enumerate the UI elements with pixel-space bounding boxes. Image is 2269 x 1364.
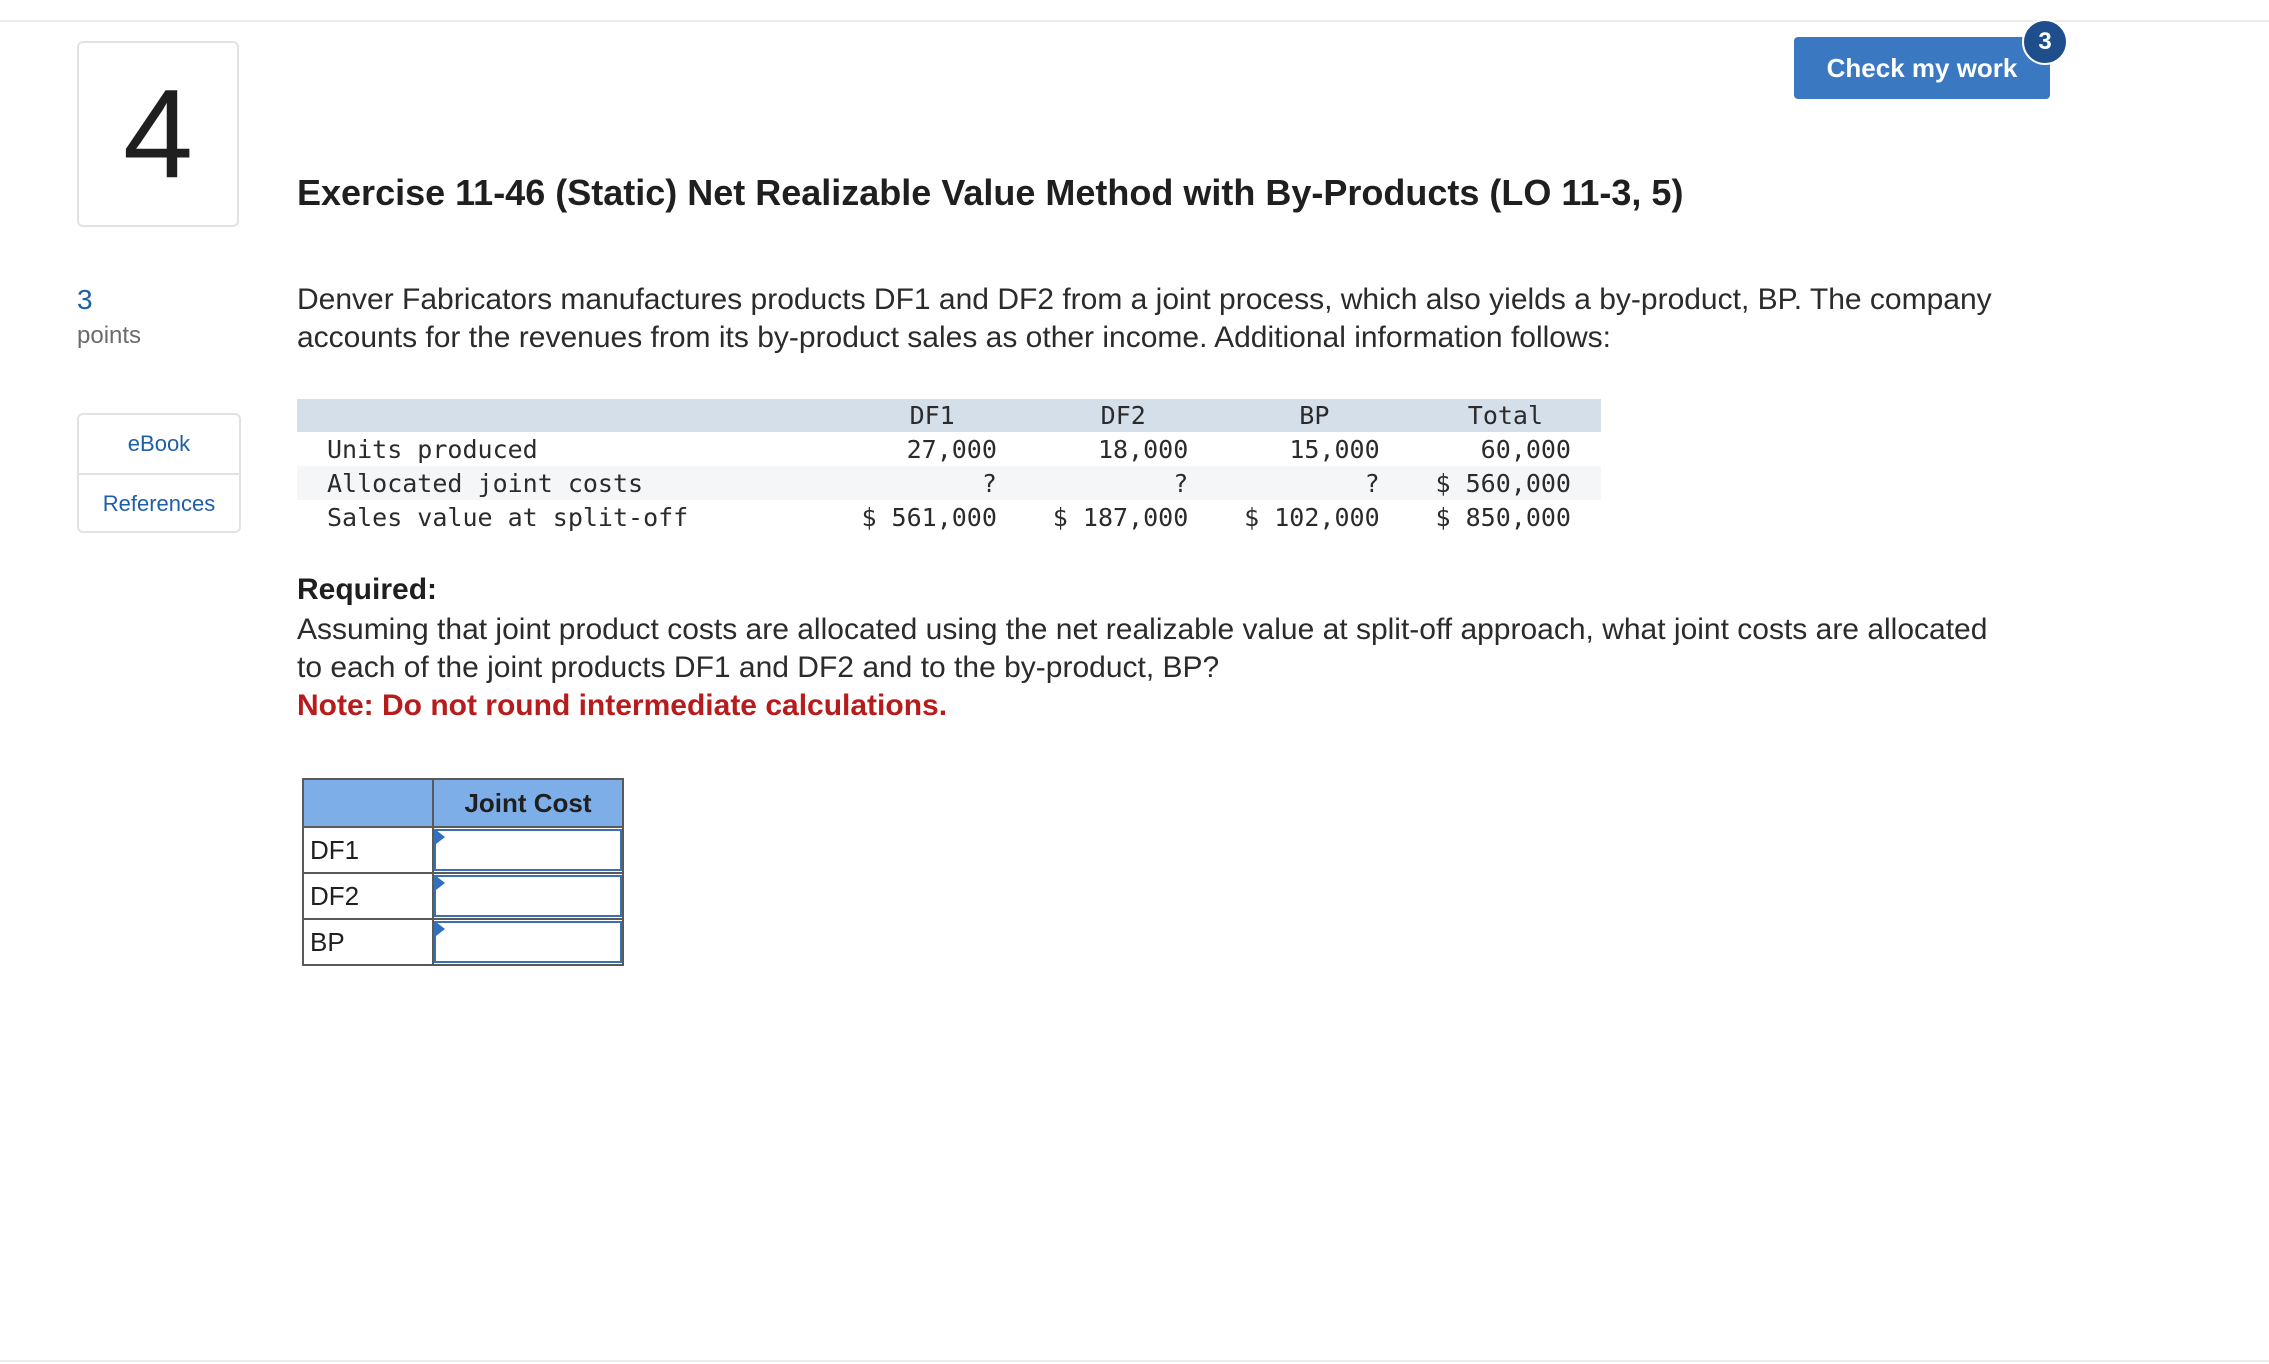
answer-header-row: Joint Cost [302,778,624,828]
bp-joint-cost-input[interactable] [434,921,622,963]
table-cell: 15,000 [1289,434,1380,464]
table-cell: $ 850,000 [1435,502,1571,532]
answer-row: BP [302,918,624,966]
column-header: Total [1467,401,1544,430]
table-row: Sales value at split-off $ 561,000 $ 187… [297,500,1601,534]
table-cell: $ 561,000 [861,502,997,532]
resource-links: eBook References [77,413,241,533]
row-label: Allocated joint costs [327,468,644,498]
answer-row-label: DF2 [302,872,434,920]
top-divider [0,20,2269,22]
check-my-work-button[interactable]: Check my work [1794,37,2050,99]
answer-table: Joint Cost DF1 DF2 BP [302,778,624,966]
joint-cost-header: Joint Cost [432,778,624,828]
attempts-badge: 3 [2022,19,2068,65]
table-row: Units produced 27,000 18,000 15,000 60,0… [297,432,1601,466]
required-label: Required: [297,573,438,606]
required-text: Assuming that joint product costs are al… [297,613,1988,684]
answer-row: DF2 [302,872,624,920]
table-cell: $ 560,000 [1435,468,1571,498]
points-label: points [77,322,142,349]
points-value: 3 [77,284,93,315]
row-label: Units produced [327,434,538,464]
table-cell: 27,000 [906,434,997,464]
answer-row: DF1 [302,826,624,874]
column-header: DF1 [909,401,955,430]
df2-joint-cost-input[interactable] [434,875,622,917]
exercise-intro: Denver Fabricators manufactures products… [297,283,1992,354]
answer-header-blank [302,778,434,828]
table-cell: $ 102,000 [1244,502,1380,532]
question-number: 4 [77,41,239,227]
table-cell: ? [981,468,997,498]
rounding-note: Note: Do not round intermediate calculat… [297,689,948,722]
table-cell: $ 187,000 [1052,502,1189,532]
answer-cell [432,826,624,874]
table-cell: 18,000 [1097,434,1189,464]
row-label: Sales value at split-off [327,502,689,532]
table-cell: 60,000 [1480,434,1571,464]
answer-cell [432,918,624,966]
exercise-title: Exercise 11-46 (Static) Net Realizable V… [297,172,1684,213]
given-data-table: DF1 DF2 BP Total Units produced 27,000 1… [297,399,1601,534]
answer-row-label: DF1 [302,826,434,874]
df1-joint-cost-input[interactable] [434,829,622,871]
table-row: Allocated joint costs ? ? ? $ 560,000 [297,466,1601,500]
input-marker-icon [436,876,445,890]
table-cell: ? [1364,468,1380,498]
answer-cell [432,872,624,920]
table-header-row: DF1 DF2 BP Total [297,399,1601,432]
bottom-divider [0,1360,2269,1362]
table-cell: ? [1173,468,1189,498]
ebook-link[interactable]: eBook [79,415,239,473]
answer-row-label: BP [302,918,434,966]
input-marker-icon [436,922,445,936]
column-header: DF2 [1100,401,1146,430]
column-header: BP [1299,401,1330,430]
input-marker-icon [436,830,445,844]
references-link[interactable]: References [79,473,239,533]
